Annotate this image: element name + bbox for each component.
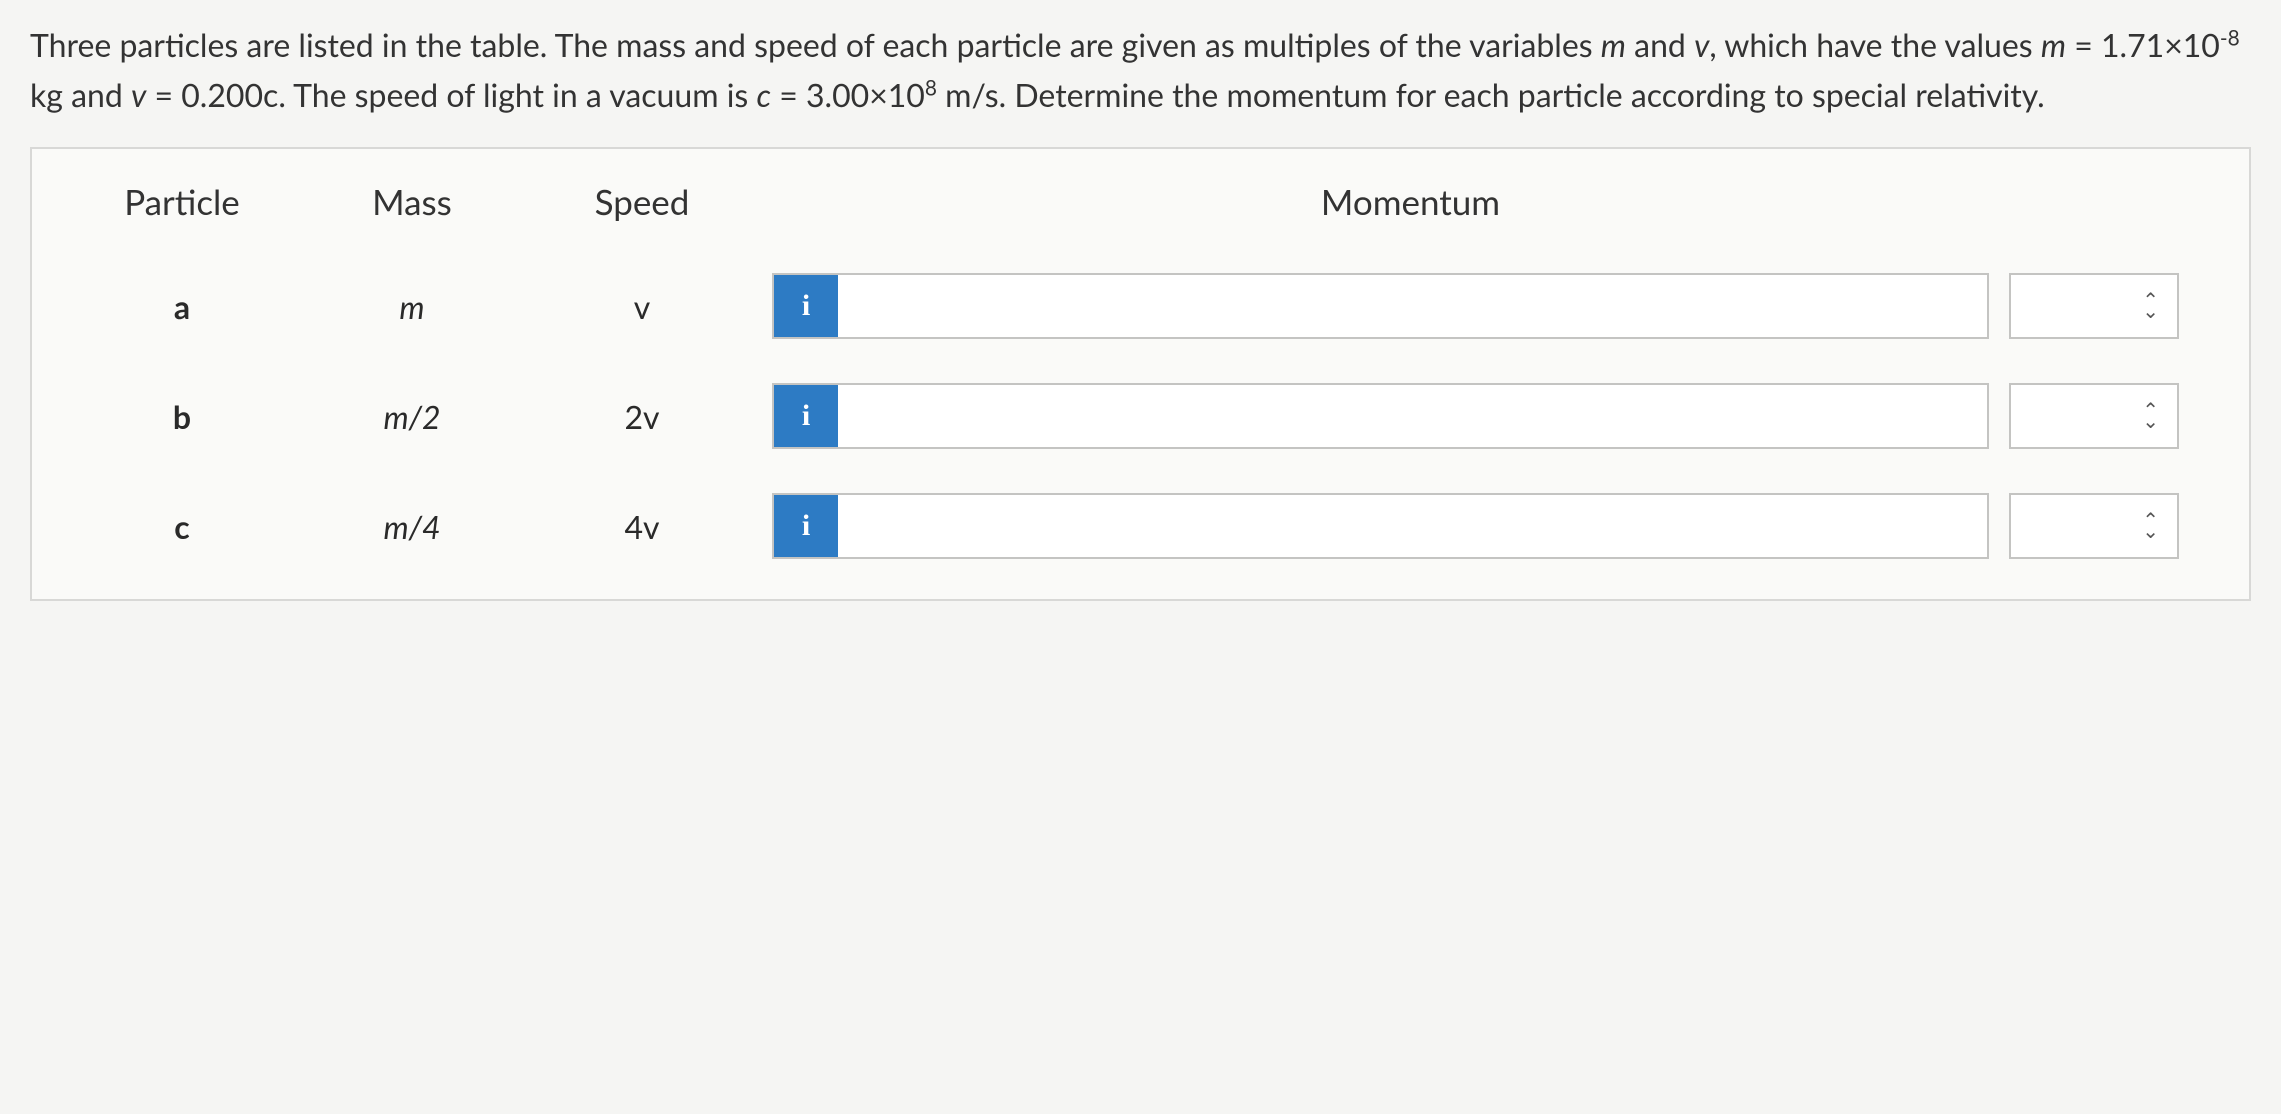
speed-value: 4v [532,502,752,552]
header-speed: Speed [532,175,752,229]
var-m: m [1601,25,1626,64]
table-row: a m v i ⌃⌄ [72,273,2209,339]
unit-select-a[interactable]: ⌃⌄ [2009,273,2179,339]
momentum-input-group: i [772,273,1989,339]
unit-select-b[interactable]: ⌃⌄ [2009,383,2179,449]
header-momentum: Momentum [772,175,1989,229]
table-row: c m/4 4v i ⌃⌄ [72,493,2209,559]
mass-value: m/4 [312,502,512,552]
unit-select-c[interactable]: ⌃⌄ [2009,493,2179,559]
momentum-input-group: i [772,383,1989,449]
question-text: Three particles are listed in the table.… [30,20,2251,119]
info-icon[interactable]: i [774,385,838,447]
q-part: = 0.200c. The speed of light in a vacuum… [146,75,756,114]
chevron-updown-icon: ⌃⌄ [2142,295,2159,317]
header-mass: Mass [312,175,512,229]
q-part: Three particles are listed in the table.… [30,25,1601,64]
exp-2: 8 [925,75,937,100]
speed-value: v [532,282,752,332]
m-eq: m [2041,25,2066,64]
q-part: m/s. Determine the momentum for each par… [937,75,2045,114]
mass-value: m [312,282,512,332]
info-icon[interactable]: i [774,495,838,557]
header-particle: Particle [72,175,292,229]
q-part: , which have the values [1709,25,2040,64]
particle-label-c: c [72,502,292,552]
var-v: v [1694,25,1709,64]
v-eq: v [131,75,146,114]
chevron-updown-icon: ⌃⌄ [2142,515,2159,537]
momentum-input-c[interactable] [838,495,1987,557]
momentum-input-a[interactable] [838,275,1987,337]
info-icon[interactable]: i [774,275,838,337]
table-row: b m/2 2v i ⌃⌄ [72,383,2209,449]
chevron-updown-icon: ⌃⌄ [2142,405,2159,427]
momentum-input-group: i [772,493,1989,559]
q-part: and [1626,25,1694,64]
particle-table: Particle Mass Speed Momentum a m v i ⌃⌄ … [30,147,2251,601]
mass-value: m/2 [312,392,512,442]
c-eq: c [756,75,771,114]
momentum-input-b[interactable] [838,385,1987,447]
table-header-row: Particle Mass Speed Momentum [72,175,2209,229]
exp-1: -8 [2220,25,2240,50]
q-part: kg and [30,75,131,114]
q-part: = 3.00×10 [771,75,925,114]
q-part: = 1.71×10 [2066,25,2220,64]
particle-label-a: a [72,282,292,332]
particle-label-b: b [72,392,292,442]
speed-value: 2v [532,392,752,442]
